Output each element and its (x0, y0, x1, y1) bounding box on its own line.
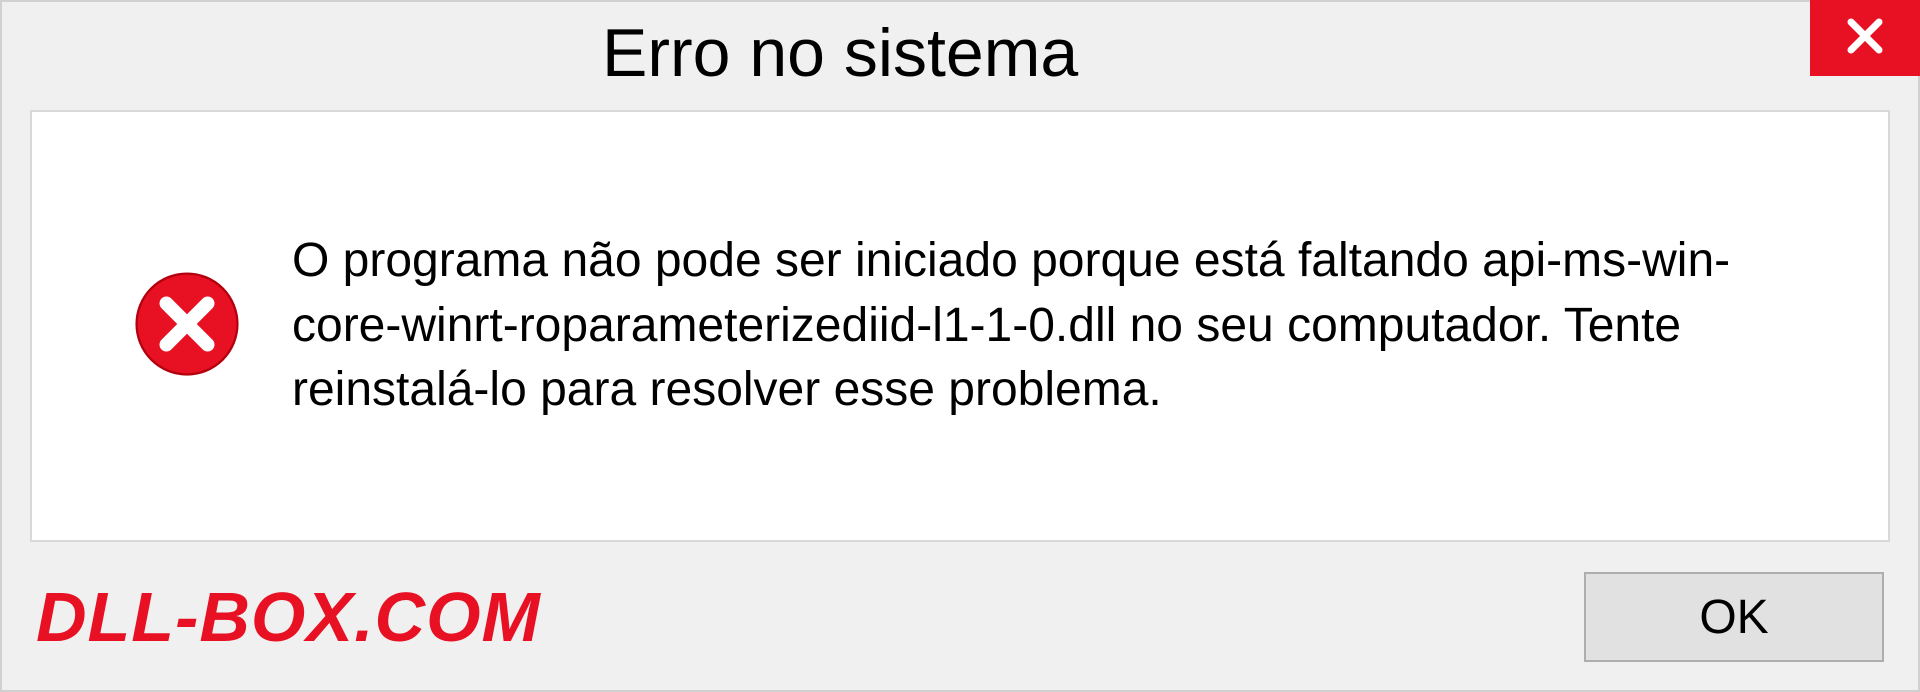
close-button[interactable] (1810, 0, 1920, 76)
error-message: O programa não pode ser iniciado porque … (292, 229, 1828, 423)
error-dialog: Erro no sistema O programa não pode ser … (0, 0, 1920, 692)
dialog-title: Erro no sistema (2, 2, 1078, 92)
titlebar: Erro no sistema (2, 2, 1918, 102)
content-panel: O programa não pode ser iniciado porque … (30, 110, 1890, 542)
ok-button-label: OK (1699, 590, 1768, 645)
ok-button[interactable]: OK (1584, 572, 1884, 662)
watermark-text: DLL-BOX.COM (36, 577, 541, 657)
error-icon (132, 269, 242, 384)
footer: DLL-BOX.COM OK (2, 562, 1918, 690)
close-icon (1841, 12, 1889, 65)
